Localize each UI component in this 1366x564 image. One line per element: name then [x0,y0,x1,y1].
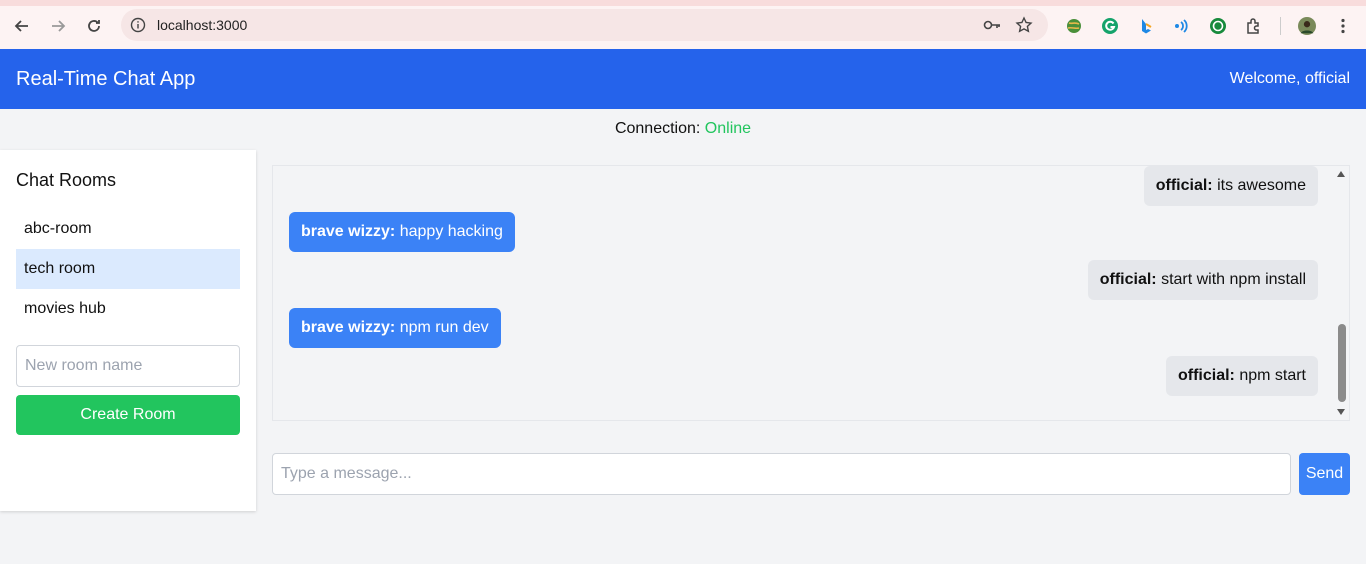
message-text: start with npm install [1161,271,1306,288]
message-sender: official: [1155,177,1213,194]
connection-label: Connection: [614,120,701,137]
room-list: abc-room tech room movies hub [16,209,240,329]
message-other: brave wizzy: npm run dev [289,308,501,348]
message-sender: brave wizzy: [301,223,396,240]
site-info-icon[interactable] [130,17,146,33]
room-item[interactable]: movies hub [16,289,240,329]
scroll-thumb[interactable] [1338,324,1346,402]
connection-status-value: Online [704,120,752,137]
message-other: brave wizzy: happy hacking [289,212,515,252]
message-own: official: start with npm install [1087,260,1318,300]
key-icon[interactable] [983,17,1001,33]
message-text: npm start [1239,367,1306,384]
new-room-input[interactable] [16,345,240,387]
rooms-sidebar: Chat Rooms abc-room tech room movies hub… [0,150,256,511]
scroll-up-icon[interactable] [1337,171,1345,177]
message-sender: official: [1099,271,1157,288]
message-own: official: its awesome [1143,166,1318,206]
browser-toolbar: localhost:3000 [0,0,1366,49]
toolbar-divider [1280,17,1281,35]
message-text: happy hacking [399,223,503,240]
message-text: its awesome [1217,177,1306,194]
star-icon[interactable] [1015,16,1033,34]
message-scrollbar[interactable] [1334,166,1349,420]
room-item-active[interactable]: tech room [16,249,240,289]
welcome-text: Welcome, official [1229,70,1350,87]
url-text[interactable]: localhost:3000 [157,17,247,33]
extensions-icon[interactable] [1244,16,1264,36]
connection-status: Connection: Online [0,120,1366,138]
grammarly-icon[interactable] [1100,16,1120,36]
message-text: npm run dev [399,319,489,336]
menu-icon[interactable] [1333,16,1353,36]
app-header: Real-Time Chat App Welcome, official [0,49,1366,109]
forward-icon[interactable] [46,14,70,38]
message-sender: brave wizzy: [301,319,396,336]
profile-avatar[interactable] [1297,16,1317,36]
app-title: Real-Time Chat App [16,68,196,90]
scroll-down-icon[interactable] [1337,409,1345,415]
ext-globe-icon[interactable] [1064,16,1084,36]
message-own: official: npm start [1165,356,1318,396]
sidebar-title: Chat Rooms [16,170,117,190]
create-room-button[interactable]: Create Room [16,395,240,435]
bing-icon[interactable] [1136,16,1156,36]
reload-icon[interactable] [82,14,106,38]
message-sender: official: [1177,367,1235,384]
send-button[interactable]: Send [1299,453,1350,495]
message-list: official: its awesome brave wizzy: happy… [272,165,1350,421]
room-item[interactable]: abc-room [16,209,240,249]
back-icon[interactable] [10,14,34,38]
whatsapp-icon[interactable] [1208,16,1228,36]
address-bar[interactable]: localhost:3000 [121,9,1048,41]
message-input[interactable] [272,453,1291,495]
read-aloud-icon[interactable] [1172,16,1192,36]
